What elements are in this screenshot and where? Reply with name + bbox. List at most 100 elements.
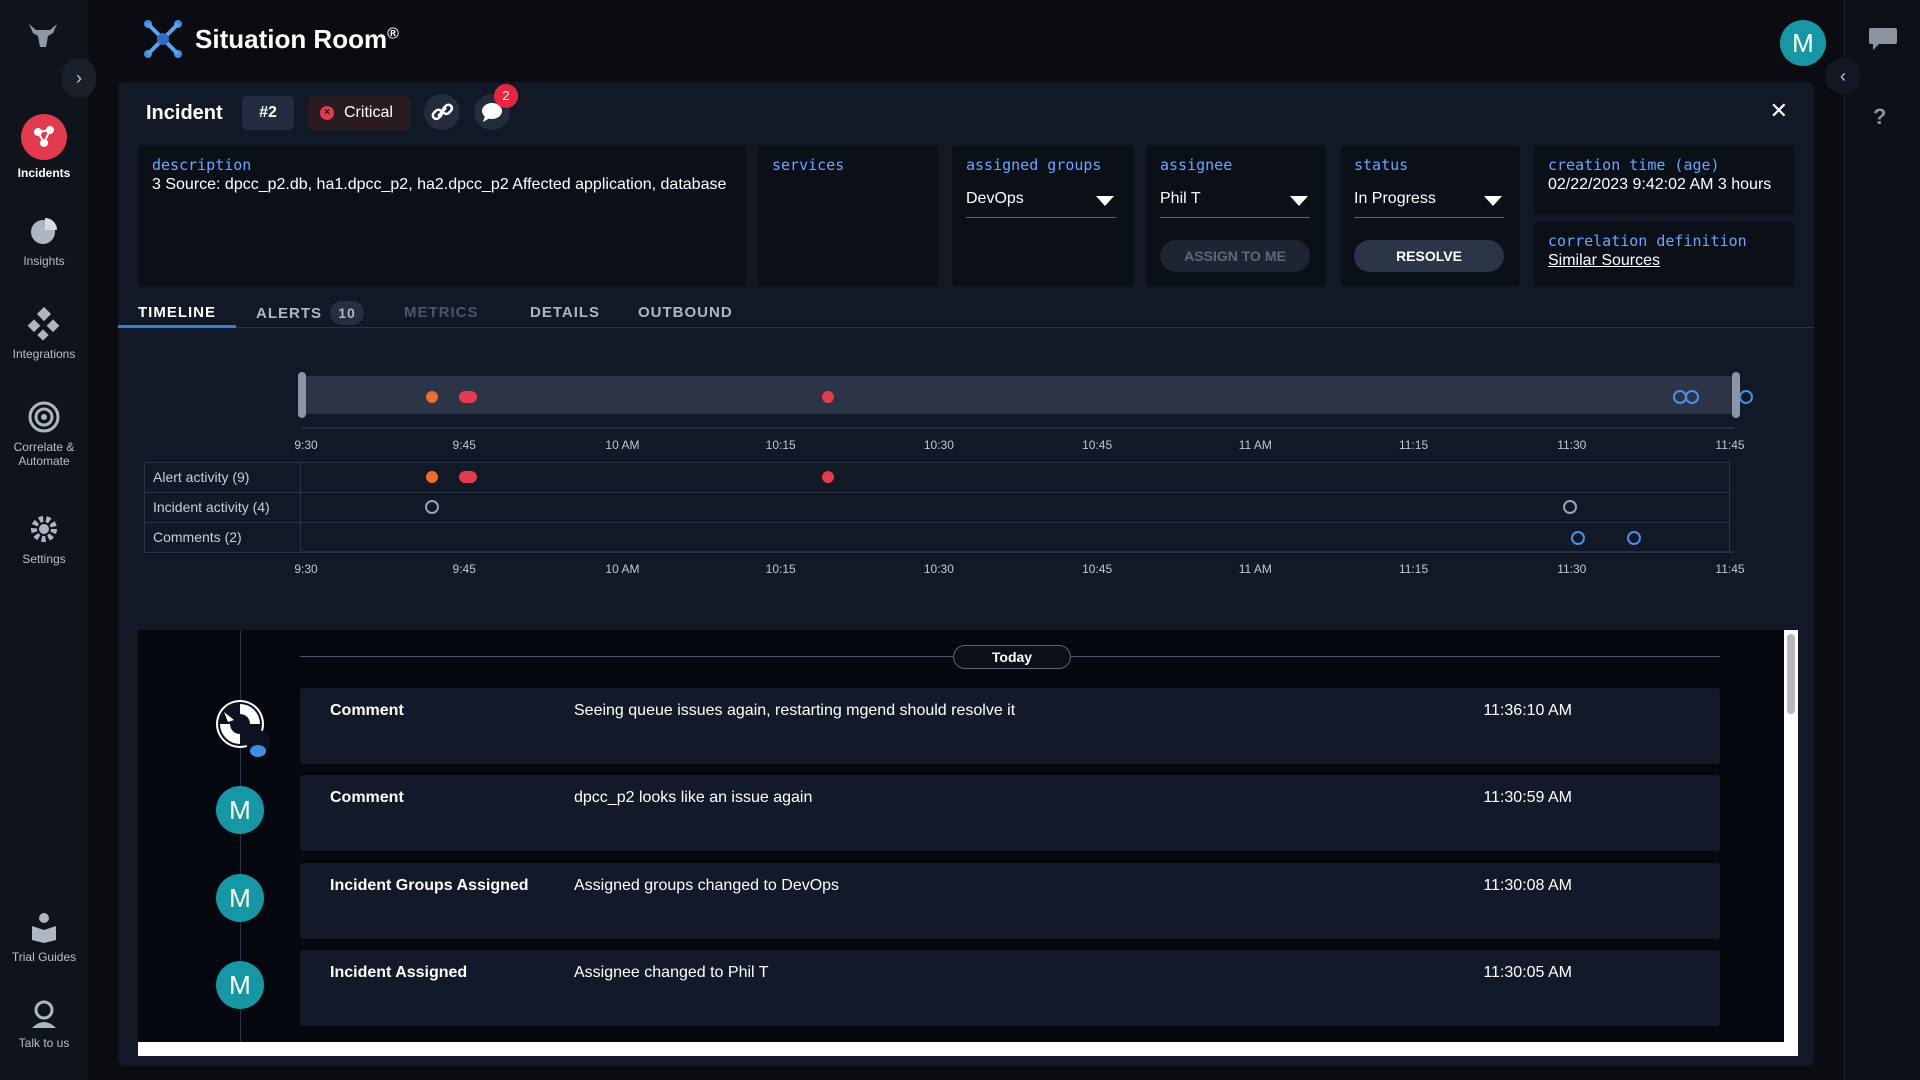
tab-bar: TIMELINE ALERTS 10 METRICS DETAILS OUTBOU… xyxy=(118,298,1814,328)
nav-item-trial-guides[interactable]: Trial Guides xyxy=(0,910,88,964)
tick-label: 10:45 xyxy=(1082,562,1113,576)
tab-alerts[interactable]: ALERTS 10 xyxy=(256,301,364,325)
groups-select[interactable]: DevOps xyxy=(966,184,1116,218)
entry-type: Comment xyxy=(330,789,404,806)
nav-label: Talk to us xyxy=(18,1036,70,1050)
overview-alert-marker[interactable] xyxy=(426,391,438,403)
entry-time: 11:30:08 AM xyxy=(1483,877,1572,894)
overview-alert-marker[interactable] xyxy=(822,391,834,403)
feed-entry[interactable]: Incident Groups Assigned Assigned groups… xyxy=(300,863,1720,939)
tick-label: 9:30 xyxy=(294,438,318,452)
link-icon xyxy=(431,103,454,121)
range-handle-left[interactable] xyxy=(298,372,306,418)
support-icon xyxy=(27,996,61,1030)
entry-type: Incident Groups Assigned xyxy=(330,877,529,894)
overview-alert-marker[interactable] xyxy=(459,391,477,403)
description-card: description 3 Source: dpcc_p2.db, ha1.dp… xyxy=(138,146,746,286)
nav-item-incidents[interactable]: Incidents xyxy=(0,114,88,180)
nav-item-correlate[interactable]: Correlate & Automate xyxy=(0,400,88,468)
active-tab-indicator xyxy=(118,325,236,328)
incidents-icon xyxy=(21,114,67,160)
nav-label: Insights xyxy=(23,254,65,268)
bull-logo-icon[interactable] xyxy=(26,20,60,50)
pie-chart-icon xyxy=(27,214,61,248)
right-rail: ‹ ? xyxy=(1825,0,1920,1080)
scroll-thumb[interactable] xyxy=(1787,634,1795,714)
tick-label: 11 AM xyxy=(1238,562,1272,576)
user-avatar-m: M xyxy=(216,874,264,922)
chevron-down-icon xyxy=(1096,196,1114,206)
entry-type: Comment xyxy=(330,702,404,719)
close-icon[interactable]: ✕ xyxy=(1770,98,1788,124)
activity-feed: Today Comment Seeing queue issues again,… xyxy=(138,630,1798,1056)
entry-type: Incident Assigned xyxy=(330,964,468,981)
alerts-count-badge: 10 xyxy=(330,301,364,325)
assignee-card: assignee Phil T ASSIGN TO ME xyxy=(1146,146,1326,286)
services-card: services xyxy=(758,146,938,286)
tab-timeline[interactable]: TIMELINE xyxy=(138,304,216,321)
timeline-row-alerts: Alert activity (9) xyxy=(144,462,1730,493)
tab-metrics: METRICS xyxy=(404,304,479,321)
feed-entry[interactable]: Incident Assigned Assignee changed to Ph… xyxy=(300,950,1720,1026)
copy-link-button[interactable] xyxy=(424,94,460,130)
overview-comment-marker[interactable] xyxy=(1739,390,1753,404)
tick-label: 11:15 xyxy=(1398,438,1429,452)
tick-label: 10 AM xyxy=(605,438,640,452)
assignee-select[interactable]: Phil T xyxy=(1160,184,1310,218)
app-title: Situation Room® xyxy=(195,24,399,54)
help-icon[interactable]: ? xyxy=(1873,104,1886,130)
user-avatar[interactable]: M xyxy=(1780,20,1826,66)
assign-to-me-button[interactable]: ASSIGN TO ME xyxy=(1160,240,1310,272)
entry-time: 11:30:05 AM xyxy=(1483,964,1572,981)
tab-details[interactable]: DETAILS xyxy=(530,304,600,321)
gear-icon xyxy=(27,512,61,546)
target-icon xyxy=(27,400,61,434)
tick-label: 9:30 xyxy=(294,562,318,576)
nav-item-insights[interactable]: Insights xyxy=(0,214,88,268)
entry-time: 11:30:59 AM xyxy=(1483,789,1572,806)
correlation-card: correlation definition Similar Sources xyxy=(1534,222,1794,286)
entry-text: dpcc_p2 looks like an issue again xyxy=(574,789,813,806)
chat-icon[interactable] xyxy=(1867,26,1899,52)
tick-label: 11:30 xyxy=(1557,562,1587,576)
tab-outbound[interactable]: OUTBOUND xyxy=(638,304,733,321)
tick-label: 11 AM xyxy=(1238,438,1272,452)
correlation-link[interactable]: Similar Sources xyxy=(1548,252,1660,270)
tick-label: 10 AM xyxy=(605,562,640,576)
feed-scrollbar[interactable] xyxy=(1784,630,1798,1042)
collapse-panel-button[interactable]: ‹ xyxy=(1825,58,1861,94)
app-header: Situation Room® M xyxy=(88,0,1844,80)
resolve-button[interactable]: RESOLVE xyxy=(1354,240,1504,272)
services-label: services xyxy=(772,156,845,174)
incident-panel: Incident #2 × Critical 2 ✕ description 3… xyxy=(118,82,1814,1066)
nav-label: Trial Guides xyxy=(11,950,77,964)
tick-label: 11:45 xyxy=(1715,562,1745,576)
tick-label: 10:30 xyxy=(923,562,954,576)
status-select[interactable]: In Progress xyxy=(1354,184,1504,218)
situation-room-logo-icon xyxy=(142,18,184,60)
entry-time: 11:36:10 AM xyxy=(1483,702,1572,719)
range-handle-right[interactable] xyxy=(1732,372,1740,418)
nav-item-integrations[interactable]: Integrations xyxy=(0,306,88,361)
critical-x-icon: × xyxy=(320,106,334,120)
feed-entry[interactable]: Comment Seeing queue issues again, resta… xyxy=(300,688,1720,764)
nav-label: Settings xyxy=(22,552,66,566)
entry-text: Seeing queue issues again, restarting mg… xyxy=(574,702,1016,719)
nav-item-settings[interactable]: Settings xyxy=(0,512,88,566)
status-card: status In Progress RESOLVE xyxy=(1340,146,1520,286)
user-avatar-m: M xyxy=(216,786,264,834)
left-nav: › Incidents Insights Integrations Correl… xyxy=(0,0,96,1080)
book-icon xyxy=(27,910,61,944)
timeline-chart: Alert activity (9) Incident activity (4)… xyxy=(118,362,1814,602)
tick-label: 10:45 xyxy=(1082,438,1113,452)
integrations-icon xyxy=(27,306,61,341)
groups-label: assigned groups xyxy=(966,156,1102,174)
feed-horizontal-scrollbar[interactable] xyxy=(138,1042,1798,1056)
range-track[interactable] xyxy=(302,376,1738,414)
feed-entry[interactable]: Comment dpcc_p2 looks like an issue agai… xyxy=(300,775,1720,851)
nav-item-talk-to-us[interactable]: Talk to us xyxy=(0,996,88,1050)
user-avatar-m: M xyxy=(216,961,264,1009)
tick-label: 10:15 xyxy=(765,438,796,452)
tick-label: 9:45 xyxy=(452,562,476,576)
tick-label: 9:45 xyxy=(452,438,476,452)
